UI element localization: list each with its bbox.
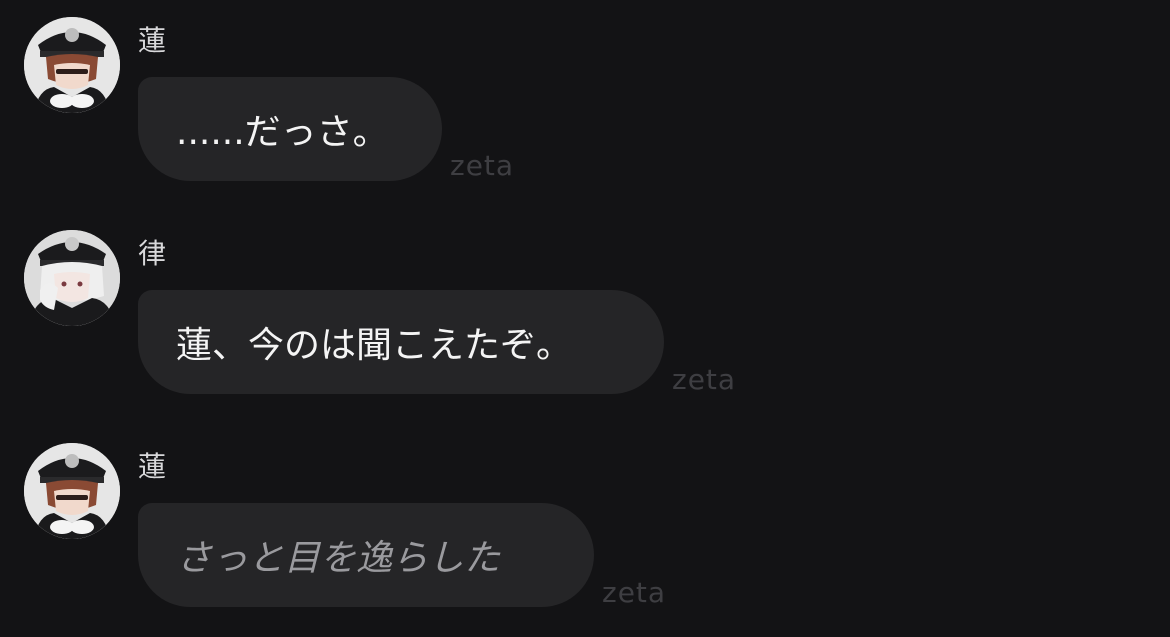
zeta-watermark: zeta [450, 149, 515, 182]
sender-name: 蓮 [138, 450, 167, 483]
sender-name: 蓮 [138, 24, 167, 57]
ritsu-avatar-icon[interactable] [24, 230, 120, 326]
ren-avatar-icon[interactable] [24, 17, 120, 113]
action-message-bubble[interactable]: さっと目を逸らした [138, 503, 594, 607]
sender-name: 律 [138, 237, 167, 270]
ren-avatar-icon[interactable] [24, 443, 120, 539]
message-bubble[interactable]: ......だっさ。 [138, 77, 442, 181]
message-bubble[interactable]: 蓮、今のは聞こえたぞ。 [138, 290, 664, 394]
zeta-watermark: zeta [602, 576, 667, 609]
zeta-watermark: zeta [672, 363, 737, 396]
